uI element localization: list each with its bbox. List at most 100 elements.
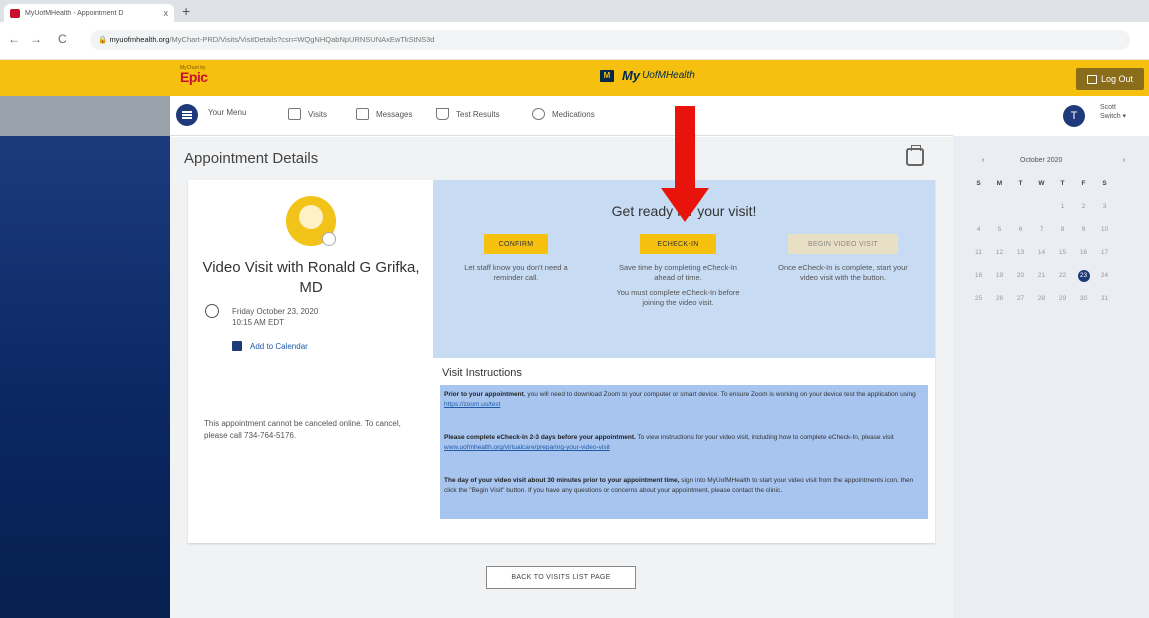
url-input[interactable]: 🔒 myuofmhealth.org/MyChart-PRD/Visits/Vi… xyxy=(90,30,1130,50)
url-host: myuofmhealth.org xyxy=(109,35,170,44)
provider-face xyxy=(299,205,323,229)
calendar-day[interactable]: 24 xyxy=(1094,270,1115,282)
visit-instructions-title: Visit Instructions xyxy=(442,367,522,379)
back-arrow-icon[interactable]: ← xyxy=(8,32,20,46)
user-name: Scott xyxy=(1100,104,1116,111)
calendar-weekday: F xyxy=(1081,180,1086,187)
url-path: /MyChart-PRD/Visits/VisitDetails?csn=WQg… xyxy=(169,35,435,44)
block-m-icon: M xyxy=(600,69,614,82)
calendar-day[interactable]: 27 xyxy=(1010,293,1031,305)
instructions-p2-bold: Please complete eCheck-In 2-3 days befor… xyxy=(444,434,636,441)
calendar-weekday: T xyxy=(1060,180,1065,187)
brand-logo[interactable]: M My UofMHealth xyxy=(600,68,695,83)
echeck-in-description: Save time by completing eCheck-In ahead … xyxy=(613,263,743,308)
calendar-empty-cell xyxy=(968,201,989,213)
calendar-day[interactable]: 29 xyxy=(1052,293,1073,305)
calendar-day[interactable]: 28 xyxy=(1031,293,1052,305)
echeck-in-desc-text: Save time by completing eCheck-In ahead … xyxy=(619,263,737,282)
calendar-add-icon[interactable] xyxy=(232,341,242,351)
nav-test-results[interactable]: Test Results xyxy=(436,108,500,120)
virtual-care-link[interactable]: www.uofmhealth.org/virtualcare/preparing… xyxy=(444,444,610,451)
calendar-weekday: W xyxy=(1038,180,1045,187)
calendar-day[interactable]: 19 xyxy=(989,270,1010,282)
calendar-day[interactable]: 4 xyxy=(968,224,989,236)
new-tab-button[interactable]: + xyxy=(182,3,190,19)
calendar-day[interactable]: 26 xyxy=(989,293,1010,305)
calendar-day[interactable]: 18 xyxy=(968,270,989,282)
visit-title: Video Visit with Ronald G Grifka, MD xyxy=(202,259,420,296)
begin-video-visit-button[interactable]: BEGIN VIDEO VISIT xyxy=(788,234,898,254)
calendar-day[interactable]: 13 xyxy=(1010,247,1031,259)
calendar-prev-button[interactable]: ‹ xyxy=(982,157,984,164)
calendar-day[interactable]: 11 xyxy=(968,247,989,259)
calendar-day[interactable]: 14 xyxy=(1031,247,1052,259)
zoom-test-link[interactable]: https://zoom.us/test xyxy=(444,401,500,408)
calendar-weekday: S xyxy=(976,180,981,187)
calendar-day[interactable]: 6 xyxy=(1010,224,1031,236)
nav-messages-label: Messages xyxy=(376,109,413,119)
calendar-month: October 2020 xyxy=(1020,157,1063,164)
calendar-day[interactable]: 1 xyxy=(1052,201,1073,213)
calendar-day[interactable]: 9 xyxy=(1073,224,1094,236)
logout-button[interactable]: Log Out xyxy=(1076,68,1144,90)
pill-icon xyxy=(532,108,545,120)
favicon-icon xyxy=(10,8,20,18)
brand-name: UofMHealth xyxy=(642,70,695,81)
calendar-day[interactable]: 8 xyxy=(1052,224,1073,236)
calendar-day[interactable]: 7 xyxy=(1031,224,1052,236)
browser-tab[interactable]: MyUofMHealth - Appointment D x xyxy=(4,4,174,22)
page-title: Appointment Details xyxy=(184,150,319,167)
user-avatar[interactable]: T xyxy=(1063,105,1085,127)
calendar-day[interactable]: 17 xyxy=(1094,247,1115,259)
instructions-p2-text: To view instructions for your video visi… xyxy=(635,434,894,441)
calendar-day[interactable]: 2 xyxy=(1073,201,1094,213)
menu-icon[interactable] xyxy=(176,104,198,126)
back-to-visits-button[interactable]: BACK TO VISITS LIST PAGE xyxy=(486,566,636,589)
red-arrow-annotation-shaft xyxy=(675,106,695,190)
flask-icon xyxy=(436,108,449,120)
calendar-day[interactable]: 12 xyxy=(989,247,1010,259)
forward-arrow-icon[interactable]: → xyxy=(30,32,42,46)
confirm-button[interactable]: CONFIRM xyxy=(484,234,548,254)
logout-icon xyxy=(1086,74,1097,84)
tab-close-button[interactable]: x xyxy=(164,8,169,18)
calendar-day[interactable]: 22 xyxy=(1052,270,1073,282)
appointment-time: 10:15 AM EDT xyxy=(232,318,285,327)
cancel-note: This appointment cannot be canceled onli… xyxy=(204,419,401,440)
red-arrow-annotation-head xyxy=(661,188,709,222)
right-sidebar xyxy=(953,96,1149,618)
nav-visits[interactable]: Visits xyxy=(288,108,327,120)
instructions-p1-bold: Prior to your appointment xyxy=(444,391,524,398)
tab-title: MyUofMHealth - Appointment D xyxy=(25,9,124,17)
clock-icon xyxy=(205,304,219,318)
instructions-paragraph-2: Please complete eCheck-In 2-3 days befor… xyxy=(444,433,924,453)
calendar-day[interactable]: 23 xyxy=(1077,270,1090,282)
print-icon[interactable] xyxy=(906,145,924,166)
calendar-day[interactable]: 31 xyxy=(1094,293,1115,305)
user-switch[interactable]: Scott Switch ▾ xyxy=(1100,103,1126,121)
nav-messages[interactable]: Messages xyxy=(356,108,412,120)
switch-label: Switch ▾ xyxy=(1100,113,1127,120)
envelope-icon xyxy=(356,108,369,120)
browser-tab-bar: MyUofMHealth - Appointment D x + xyxy=(0,0,1149,22)
calendar-day[interactable]: 10 xyxy=(1094,224,1115,236)
calendar-day[interactable]: 20 xyxy=(1010,270,1031,282)
instructions-paragraph-1: Prior to your appointment, you will need… xyxy=(444,390,924,410)
echeck-in-button[interactable]: ECHECK-IN xyxy=(640,234,716,254)
epic-logo[interactable]: MyChart by Epic xyxy=(180,65,208,85)
nav-medications[interactable]: Medications xyxy=(532,108,595,120)
nav-your-menu[interactable]: Your Menu xyxy=(208,108,246,117)
calendar-day[interactable]: 16 xyxy=(1073,247,1094,259)
calendar-day[interactable]: 15 xyxy=(1052,247,1073,259)
add-to-calendar-link[interactable]: Add to Calendar xyxy=(250,342,308,351)
calendar-next-button[interactable]: › xyxy=(1123,157,1125,164)
nav-test-results-label: Test Results xyxy=(456,109,500,119)
calendar-day[interactable]: 5 xyxy=(989,224,1010,236)
reload-icon[interactable]: C xyxy=(58,32,67,46)
calendar-day[interactable]: 21 xyxy=(1031,270,1052,282)
calendar-day[interactable]: 25 xyxy=(968,293,989,305)
calendar-weekday: T xyxy=(1018,180,1023,187)
calendar-day[interactable]: 30 xyxy=(1073,293,1094,305)
calendar-day[interactable]: 3 xyxy=(1094,201,1115,213)
confirm-description: Let staff know you don't need a reminder… xyxy=(464,263,568,282)
